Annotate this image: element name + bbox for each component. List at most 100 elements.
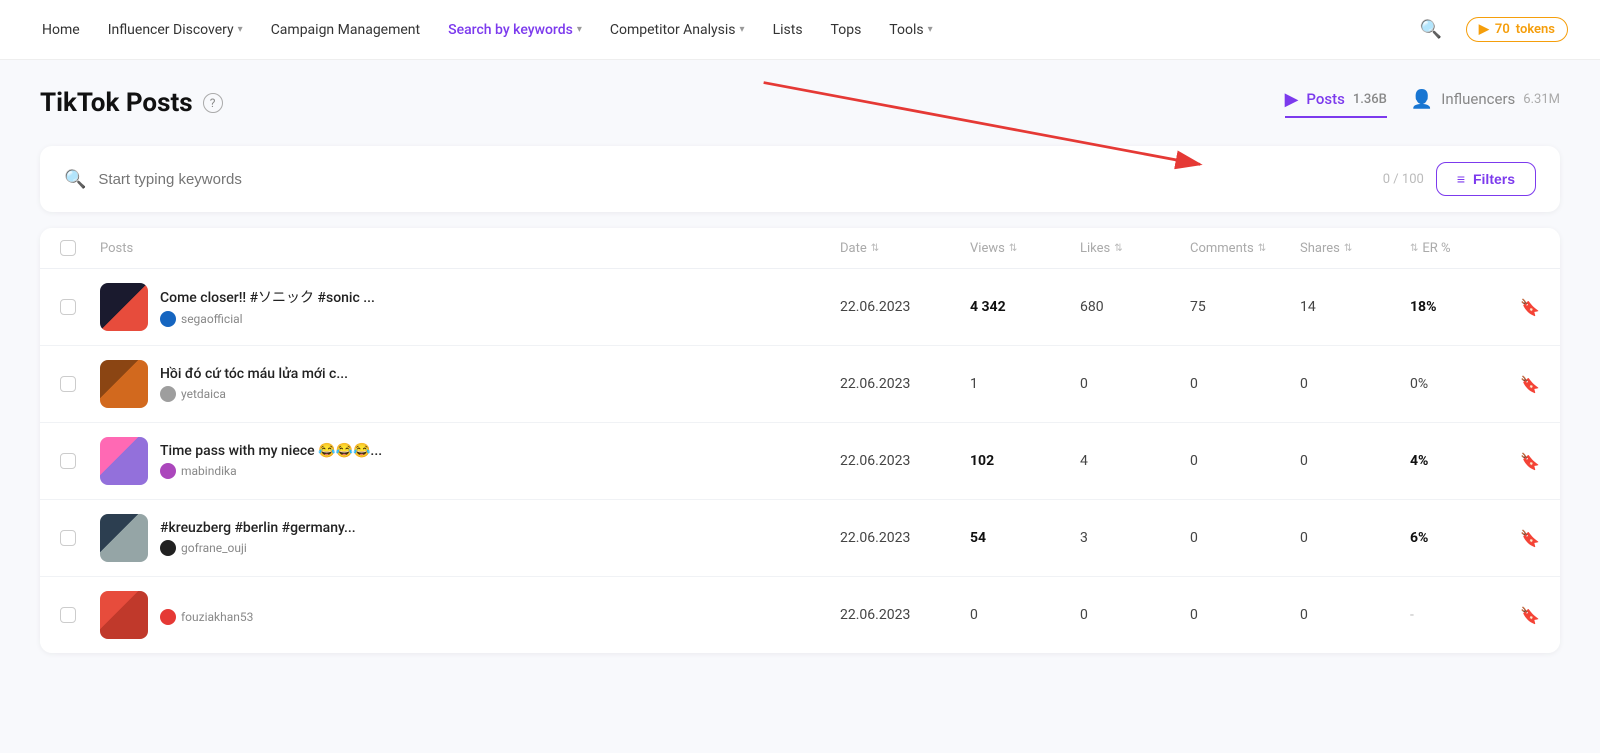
bookmark-icon[interactable]: 🔖: [1500, 298, 1540, 317]
nav-tops[interactable]: Tops: [821, 0, 872, 60]
search-icon[interactable]: 🔍: [1419, 19, 1441, 40]
row-checkbox[interactable]: [60, 299, 76, 315]
bookmark-icon[interactable]: 🔖: [1500, 529, 1540, 548]
th-views[interactable]: Views ⇅: [970, 241, 1080, 256]
nav-search-by-keywords[interactable]: Search by keywords ▾: [438, 0, 592, 60]
td-comments: 75: [1190, 299, 1300, 315]
author-name: mabindika: [181, 464, 237, 478]
th-posts: Posts: [100, 241, 840, 256]
post-cell: Come closer!! #ソニック #sonic ... segaoffic…: [100, 283, 840, 331]
filters-button[interactable]: ≡ Filters: [1436, 162, 1536, 196]
post-info: #kreuzberg #berlin #germany... gofrane_o…: [160, 520, 356, 556]
post-cell: #kreuzberg #berlin #germany... gofrane_o…: [100, 514, 840, 562]
table-row[interactable]: #kreuzberg #berlin #germany... gofrane_o…: [40, 500, 1560, 577]
nav-tools[interactable]: Tools ▾: [879, 0, 942, 60]
sort-icon: ⇅: [1114, 243, 1122, 254]
td-likes: 680: [1080, 299, 1190, 315]
bookmark-icon[interactable]: 🔖: [1500, 375, 1540, 394]
bookmark-icon[interactable]: 🔖: [1500, 452, 1540, 471]
td-shares: 14: [1300, 299, 1410, 315]
sort-icon: ⇅: [1009, 243, 1017, 254]
author-name: yetdaica: [181, 387, 226, 401]
chevron-down-icon: ▾: [928, 24, 933, 35]
nav-home[interactable]: Home: [32, 0, 90, 60]
tab-posts-count: 1.36B: [1353, 92, 1387, 107]
nav-competitor-analysis[interactable]: Competitor Analysis ▾: [600, 0, 755, 60]
td-comments: 0: [1190, 607, 1300, 623]
nav-lists[interactable]: Lists: [763, 0, 813, 60]
row-checkbox-cell: [60, 453, 100, 469]
avatar: [160, 540, 176, 556]
th-date[interactable]: Date ⇅: [840, 241, 970, 256]
avatar: [160, 609, 176, 625]
tabs-container: ▶ Posts 1.36B 👤 Influencers 6.31M: [1285, 89, 1560, 118]
author-name: segaofficial: [181, 312, 243, 326]
td-er: 18%: [1410, 299, 1500, 315]
post-thumbnail: [100, 514, 148, 562]
row-checkbox[interactable]: [60, 376, 76, 392]
chevron-down-icon: ▾: [577, 24, 582, 35]
row-checkbox[interactable]: [60, 453, 76, 469]
table-row[interactable]: fouziakhan53 22.06.2023 0 0 0 0 - 🔖: [40, 577, 1560, 653]
table-row[interactable]: Time pass with my niece 😂😂😂... mabindika…: [40, 423, 1560, 500]
th-likes[interactable]: Likes ⇅: [1080, 241, 1190, 256]
post-title: Hồi đó cứ tóc máu lửa mới c...: [160, 366, 348, 382]
td-likes: 3: [1080, 530, 1190, 546]
post-info: fouziakhan53: [160, 605, 253, 625]
sort-icon: ⇅: [871, 243, 879, 254]
td-views: 0: [970, 607, 1080, 623]
chevron-down-icon: ▾: [238, 24, 243, 35]
chevron-down-icon: ▾: [740, 24, 745, 35]
row-checkbox[interactable]: [60, 530, 76, 546]
post-author: fouziakhan53: [160, 609, 253, 625]
td-er: 4%: [1410, 453, 1500, 469]
tab-posts-label: Posts: [1306, 90, 1344, 108]
help-icon[interactable]: ?: [203, 93, 223, 113]
tab-influencers[interactable]: 👤 Influencers 6.31M: [1411, 89, 1560, 118]
table-row[interactable]: Come closer!! #ソニック #sonic ... segaoffic…: [40, 269, 1560, 346]
td-er: -: [1410, 607, 1500, 623]
table-header: Posts Date ⇅ Views ⇅ Likes ⇅ Comments ⇅ …: [40, 228, 1560, 269]
page-title: TikTok Posts: [40, 88, 193, 118]
td-likes: 4: [1080, 453, 1190, 469]
search-input[interactable]: [98, 171, 1370, 188]
post-thumbnail: [100, 283, 148, 331]
td-date: 22.06.2023: [840, 607, 970, 623]
post-author: segaofficial: [160, 311, 375, 327]
post-title: Come closer!! #ソニック #sonic ...: [160, 287, 375, 307]
table-row[interactable]: Hồi đó cứ tóc máu lửa mới c... yetdaica …: [40, 346, 1560, 423]
post-title: Time pass with my niece 😂😂😂...: [160, 443, 382, 459]
posts-table: Posts Date ⇅ Views ⇅ Likes ⇅ Comments ⇅ …: [40, 228, 1560, 653]
bookmark-icon[interactable]: 🔖: [1500, 606, 1540, 625]
td-er: 0%: [1410, 376, 1500, 392]
td-likes: 0: [1080, 376, 1190, 392]
sort-icon: ⇅: [1258, 243, 1266, 254]
td-date: 22.06.2023: [840, 530, 970, 546]
sort-icon: ⇅: [1410, 243, 1418, 254]
sort-icon: ⇅: [1344, 243, 1352, 254]
posts-tab-icon: ▶: [1285, 89, 1299, 110]
page-header: TikTok Posts ? ▶ Posts 1.36B 👤 Influence…: [40, 88, 1560, 118]
td-views: 4 342: [970, 299, 1080, 315]
select-all-checkbox[interactable]: [60, 240, 76, 256]
th-shares[interactable]: Shares ⇅: [1300, 241, 1410, 256]
row-checkbox[interactable]: [60, 607, 76, 623]
author-name: gofrane_ouji: [181, 541, 247, 555]
search-inner: 🔍: [64, 169, 1371, 190]
filters-icon: ≡: [1457, 171, 1465, 187]
post-info: Hồi đó cứ tóc máu lửa mới c... yetdaica: [160, 366, 348, 402]
post-author: mabindika: [160, 463, 382, 479]
th-comments[interactable]: Comments ⇅: [1190, 241, 1300, 256]
author-name: fouziakhan53: [181, 610, 253, 624]
td-views: 102: [970, 453, 1080, 469]
td-date: 22.06.2023: [840, 299, 970, 315]
th-er[interactable]: ⇅ ER %: [1410, 241, 1500, 256]
td-date: 22.06.2023: [840, 376, 970, 392]
nav-campaign-management[interactable]: Campaign Management: [261, 0, 430, 60]
nav-influencer-discovery[interactable]: Influencer Discovery ▾: [98, 0, 253, 60]
post-cell: Time pass with my niece 😂😂😂... mabindika: [100, 437, 840, 485]
row-checkbox-cell: [60, 607, 100, 623]
search-bar: 🔍 0 / 100 ≡ Filters: [40, 146, 1560, 212]
td-likes: 0: [1080, 607, 1190, 623]
tab-posts[interactable]: ▶ Posts 1.36B: [1285, 89, 1387, 118]
